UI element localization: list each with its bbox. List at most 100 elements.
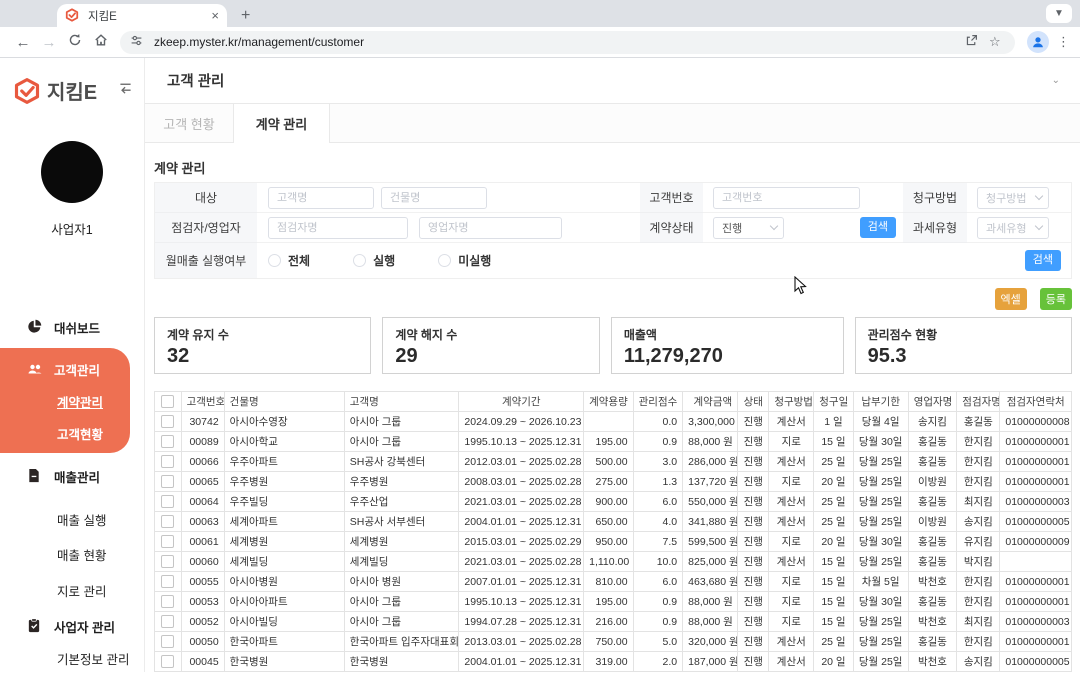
table-cell: 홍길동 [908,552,957,572]
search-button-main[interactable]: 검색 [1025,250,1061,270]
url-text[interactable]: zkeep.myster.kr/management/customer [154,35,957,49]
url-bar[interactable]: zkeep.myster.kr/management/customer ☆ [120,31,1015,54]
row-checkbox[interactable] [161,635,174,648]
table-cell: 2021.03.01 ~ 2025.02.28 [459,492,584,512]
table-cell: 당월 30일 [853,432,908,452]
sidebar: 지킴E 사업자1 대쉬보드 [0,58,145,672]
sidebar-item-customer-mgmt[interactable]: 고객관리 [0,358,130,380]
customer-no-input[interactable] [713,187,860,209]
table-cell: 810.00 [584,572,634,592]
radio-circle[interactable] [268,254,281,267]
inspector-name-input[interactable] [268,217,408,239]
browser-menu-icon[interactable]: ⋮ [1057,34,1070,50]
contract-state-value: 진행 [722,220,767,236]
browser-profile-avatar[interactable] [1027,31,1049,53]
row-checkbox[interactable] [161,415,174,428]
table-cell: 한지킴 [957,572,1000,592]
table-cell: 아시아아파트 [224,592,344,612]
card-label: 계약 해지 수 [395,326,586,343]
row-checkbox[interactable] [161,535,174,548]
table-cell: 송지킴 [908,412,957,432]
bookmark-star-icon[interactable]: ☆ [989,34,1005,50]
row-checkbox[interactable] [161,495,174,508]
building-name-input[interactable] [381,187,487,209]
page-tabs: 고객 현황 계약 관리 [145,104,1080,143]
billing-method-select[interactable]: 청구방법 [977,187,1049,209]
radio-circle[interactable] [438,254,451,267]
salesperson-name-input[interactable] [419,217,562,239]
tab-close-icon[interactable]: × [211,9,219,22]
sidebar-item-sales-status[interactable]: 매출 현황 [0,543,144,565]
row-checkbox[interactable] [161,455,174,468]
select-all-checkbox[interactable] [161,395,174,408]
table-cell: 00061 [181,532,224,552]
column-header: 고객명 [344,392,459,412]
row-checkbox[interactable] [161,435,174,448]
contract-state-select[interactable]: 진행 [713,217,784,239]
table-cell: 2004.01.01 ~ 2025.12.31 [459,512,584,532]
sidebar-item-business-mgmt[interactable]: 사업자 관리 [0,615,144,637]
column-header: 관리점수 [633,392,683,412]
row-checkbox[interactable] [161,515,174,528]
inspector-fields [257,213,640,243]
table-cell: 2008.03.01 ~ 2025.02.28 [459,472,584,492]
row-checkbox[interactable] [161,575,174,588]
register-button[interactable]: 등록 [1040,288,1072,310]
table-cell: 00053 [181,592,224,612]
reload-icon[interactable] [62,33,88,51]
table-cell: 00052 [181,612,224,632]
table-cell: 00065 [181,472,224,492]
browser-tab[interactable]: 지킴E × [57,4,227,27]
tab-contract-mgmt[interactable]: 계약 관리 [233,104,330,143]
column-header: 청구방법 [769,392,814,412]
table-cell: 최지킴 [957,492,1000,512]
forward-icon[interactable]: → [36,34,62,51]
open-in-new-icon[interactable] [965,34,981,50]
sidebar-item-dashboard[interactable]: 대쉬보드 [0,316,144,338]
target-label: 대상 [155,183,257,213]
radio-circle[interactable] [353,254,366,267]
search-button-inline[interactable]: 검색 [860,217,896,237]
sidebar-collapse-icon[interactable] [117,80,134,102]
table-cell: 01000000001 [1000,632,1072,652]
excel-button[interactable]: 엑셀 [995,288,1027,310]
back-icon[interactable]: ← [10,34,36,51]
site-settings-icon[interactable] [130,34,146,50]
row-checkbox[interactable] [161,475,174,488]
row-checkbox-cell [155,432,182,452]
table-cell: 650.00 [584,512,634,532]
row-checkbox[interactable] [161,655,174,668]
table-cell: 2004.01.01 ~ 2025.12.31 [459,652,584,672]
sidebar-item-sales-exec[interactable]: 매출 실행 [0,508,144,530]
row-checkbox[interactable] [161,555,174,568]
tax-type-select[interactable]: 과세유형 [977,217,1049,239]
row-checkbox[interactable] [161,595,174,608]
avatar[interactable] [41,141,103,203]
new-tab-icon[interactable]: + [241,8,250,24]
sidebar-item-sales-mgmt[interactable]: 매출관리 [0,465,144,487]
table-cell: 15 일 [814,612,853,632]
sidebar-item-basic-info[interactable]: 기본정보 관리 [0,647,144,669]
radio-all[interactable]: 전체 [268,252,310,269]
radio-exec[interactable]: 실행 [353,252,395,269]
sidebar-item-customer-status[interactable]: 고객현황 [0,422,130,444]
table-cell: 15 일 [814,572,853,592]
table-row: 00050한국아파트한국아파트 입주자대표회의2013.03.01 ~ 2025… [155,632,1072,652]
row-checkbox[interactable] [161,615,174,628]
tabstrip-chevron-icon[interactable]: ▼ [1046,4,1072,23]
sidebar-item-contract-mgmt[interactable]: 계약관리 [0,390,130,412]
column-header: 계약기간 [459,392,584,412]
table-cell: 아시아빌딩 [224,612,344,632]
tab-customer-status[interactable]: 고객 현황 [145,104,233,142]
header-chevron-icon[interactable]: ⌄ [1052,75,1060,86]
table-cell: 2015.03.01 ~ 2025.02.29 [459,532,584,552]
table-cell: 진행 [738,452,769,472]
sidebar-item-giro-mgmt[interactable]: 지로 관리 [0,579,144,601]
home-icon[interactable] [88,33,114,51]
table-cell: 한지킴 [957,432,1000,452]
radio-not-exec[interactable]: 미실행 [438,252,491,269]
table-cell: 진행 [738,632,769,652]
table-cell: 진행 [738,572,769,592]
customer-name-input[interactable] [268,187,374,209]
table-cell: 우주병원 [344,472,459,492]
